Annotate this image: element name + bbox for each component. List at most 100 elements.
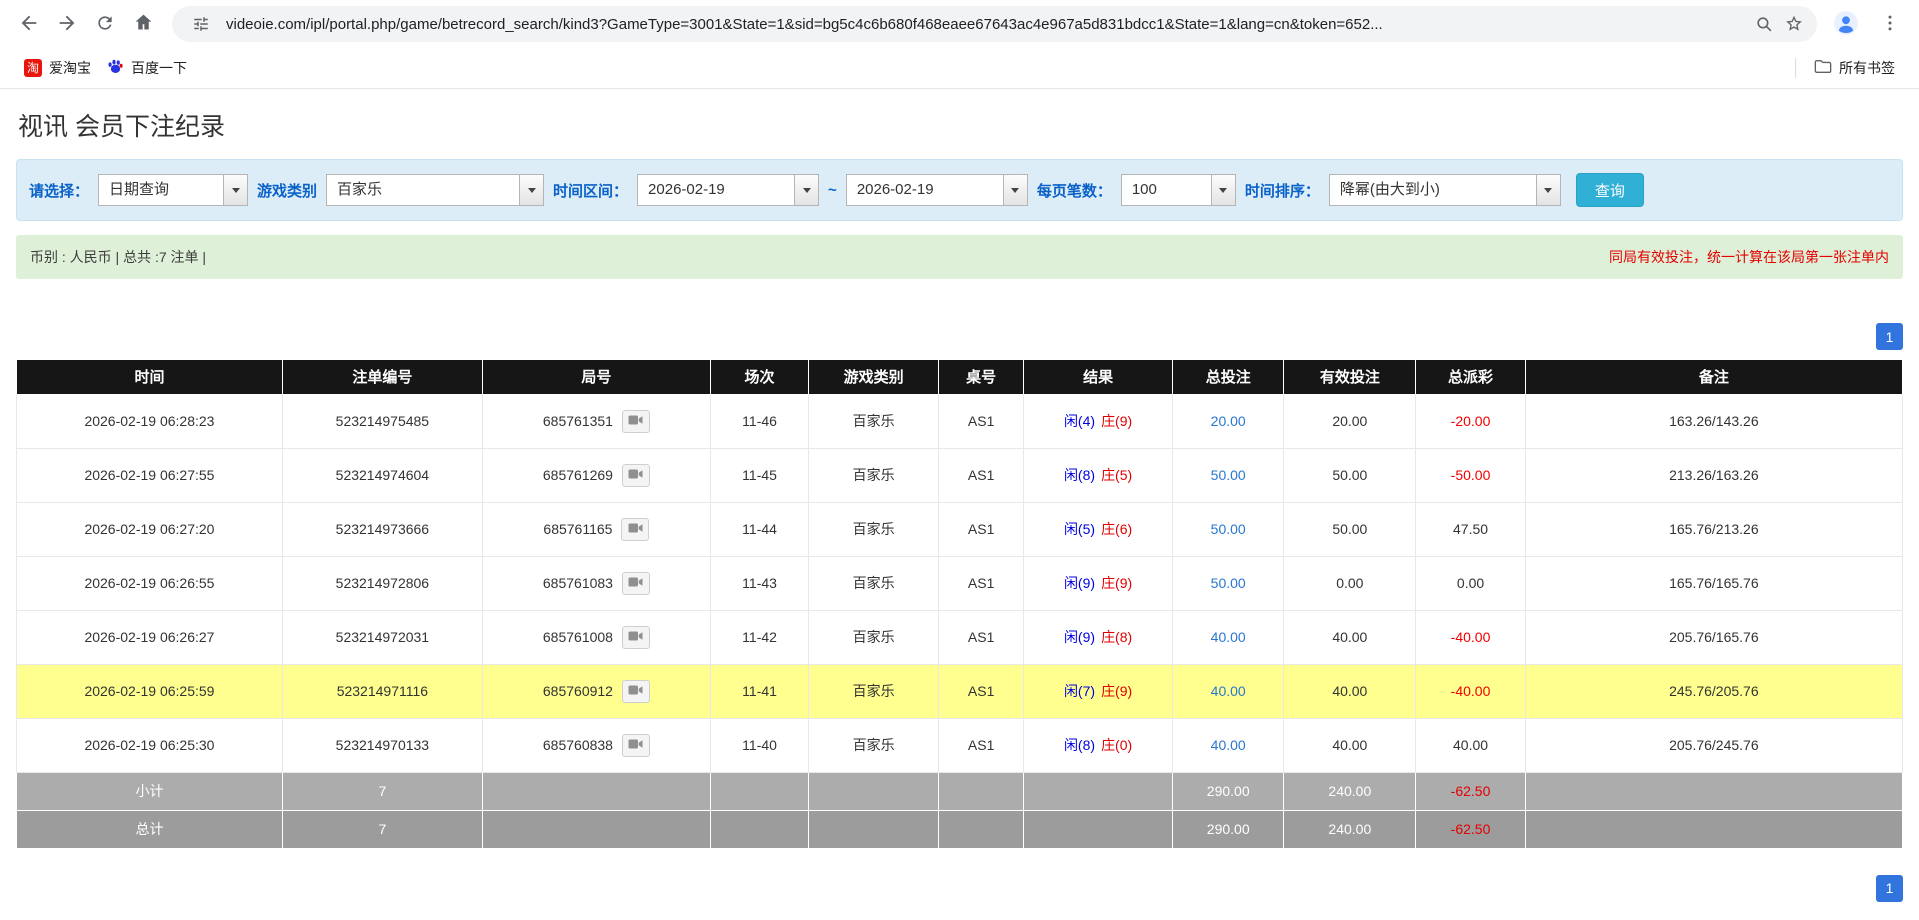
video-camera-icon	[628, 630, 643, 645]
taobao-icon: 淘	[24, 59, 42, 77]
chevron-down-icon[interactable]	[1536, 175, 1560, 205]
forward-button[interactable]	[48, 5, 86, 43]
bookmark-star-icon[interactable]	[1779, 9, 1809, 39]
subtotal-payout: -62.50	[1416, 772, 1525, 810]
video-replay-button[interactable]	[622, 680, 650, 703]
chevron-down-icon[interactable]	[1003, 175, 1027, 205]
round-id: 685761165	[543, 521, 612, 537]
date-range-label: 时间区间：	[553, 180, 628, 201]
cell-session: 11-46	[711, 394, 809, 448]
bookmark-baidu[interactable]: 百度一下	[99, 53, 195, 83]
back-icon	[18, 12, 40, 37]
result-banker: 庄(9)	[1101, 575, 1132, 591]
total-bet-link[interactable]: 40.00	[1211, 737, 1246, 753]
total-bet-link[interactable]: 50.00	[1211, 575, 1246, 591]
cell-table-no: AS1	[939, 664, 1024, 718]
cell-round: 685760912	[482, 664, 710, 718]
column-header-time: 时间	[17, 360, 283, 394]
video-replay-button[interactable]	[622, 464, 650, 487]
table-row: 2026-02-19 06:25:30 523214970133 6857608…	[17, 718, 1903, 772]
date-from-select[interactable]: 2026-02-19	[637, 174, 819, 206]
cell-bet-id: 523214972806	[282, 556, 482, 610]
result-player: 闲(8)	[1064, 467, 1095, 483]
valid-bet-notice: 同局有效投注，统一计算在该局第一张注单内	[1609, 247, 1889, 267]
cell-total-bet: 40.00	[1173, 664, 1284, 718]
chevron-down-icon[interactable]	[223, 175, 247, 205]
round-id: 685761008	[543, 629, 613, 645]
toolbar-right	[1827, 5, 1909, 43]
date-to-select[interactable]: 2026-02-19	[846, 174, 1028, 206]
bet-records-table: 时间 注单编号 局号 场次 游戏类别 桌号 结果 总投注 有效投注 总派彩 备注…	[16, 360, 1903, 849]
reload-button[interactable]	[86, 5, 124, 43]
result-player: 闲(8)	[1064, 737, 1095, 753]
round-id: 685761083	[543, 575, 613, 591]
sort-order-label: 时间排序：	[1245, 180, 1320, 201]
cell-table-no: AS1	[939, 448, 1024, 502]
chevron-down-icon[interactable]	[1211, 175, 1235, 205]
page-size-label: 每页笔数：	[1037, 180, 1112, 201]
search-button[interactable]: 查询	[1576, 173, 1644, 207]
cell-session: 11-44	[711, 502, 809, 556]
cell-valid-bet: 40.00	[1284, 664, 1416, 718]
pagination-top: 1	[16, 323, 1903, 350]
query-type-select[interactable]: 日期查询	[98, 174, 248, 206]
round-id: 685760912	[543, 683, 613, 699]
page-size-select[interactable]: 100	[1121, 174, 1236, 206]
cell-table-no: AS1	[939, 502, 1024, 556]
bookmarks-bar: 淘 爱淘宝 百度一下 所有书签	[0, 48, 1919, 89]
total-bet-link[interactable]: 40.00	[1211, 683, 1246, 699]
column-header-table-no: 桌号	[939, 360, 1024, 394]
sort-order-select[interactable]: 降幂(由大到小)	[1329, 174, 1561, 206]
date-range-tilde: ~	[828, 182, 837, 199]
home-icon	[133, 12, 154, 36]
bookmark-taobao[interactable]: 淘 爱淘宝	[16, 53, 99, 83]
table-body: 2026-02-19 06:28:23 523214975485 6857613…	[17, 394, 1903, 772]
result-player: 闲(9)	[1064, 575, 1095, 591]
chevron-down-icon[interactable]	[794, 175, 818, 205]
total-bet-link[interactable]: 50.00	[1211, 467, 1246, 483]
all-bookmarks-button[interactable]: 所有书签	[1806, 53, 1903, 83]
total-valid-bet: 240.00	[1284, 810, 1416, 848]
bookmarks-divider	[1795, 58, 1796, 78]
column-header-valid-bet: 有效投注	[1284, 360, 1416, 394]
zoom-icon[interactable]	[1749, 9, 1779, 39]
cell-game: 百家乐	[809, 718, 939, 772]
column-header-session: 场次	[711, 360, 809, 394]
cell-result: 闲(8)庄(5)	[1024, 448, 1173, 502]
video-replay-button[interactable]	[622, 734, 650, 757]
bookmark-label: 爱淘宝	[49, 58, 91, 78]
cell-note: 165.76/165.76	[1525, 556, 1902, 610]
page-button-1[interactable]: 1	[1876, 875, 1903, 902]
page-button-1[interactable]: 1	[1876, 323, 1903, 350]
total-bet-link[interactable]: 40.00	[1211, 629, 1246, 645]
game-type-select[interactable]: 百家乐	[326, 174, 544, 206]
home-button[interactable]	[124, 5, 162, 43]
cell-total-bet: 40.00	[1173, 610, 1284, 664]
browser-menu-button[interactable]	[1871, 5, 1909, 43]
profile-avatar[interactable]	[1827, 5, 1865, 43]
subtotal-total-bet: 290.00	[1173, 772, 1284, 810]
back-button[interactable]	[10, 5, 48, 43]
video-replay-button[interactable]	[621, 518, 649, 541]
site-info-icon[interactable]	[186, 9, 216, 39]
result-player: 闲(9)	[1064, 629, 1095, 645]
column-header-total-bet: 总投注	[1173, 360, 1284, 394]
video-camera-icon	[628, 468, 643, 483]
total-count: 7	[282, 810, 482, 848]
cell-payout: -40.00	[1416, 610, 1525, 664]
video-replay-button[interactable]	[622, 572, 650, 595]
cell-game: 百家乐	[809, 394, 939, 448]
cell-game: 百家乐	[809, 448, 939, 502]
chevron-down-icon[interactable]	[519, 175, 543, 205]
table-header: 时间 注单编号 局号 场次 游戏类别 桌号 结果 总投注 有效投注 总派彩 备注	[17, 360, 1903, 394]
game-type-label: 游戏类别	[257, 180, 317, 201]
column-header-note: 备注	[1525, 360, 1902, 394]
total-bet-link[interactable]: 20.00	[1211, 413, 1246, 429]
cell-payout: 0.00	[1416, 556, 1525, 610]
total-bet-link[interactable]: 50.00	[1211, 521, 1246, 537]
pagination-bottom: 1	[16, 875, 1903, 902]
video-replay-button[interactable]	[622, 410, 650, 433]
video-replay-button[interactable]	[622, 626, 650, 649]
url-bar[interactable]: videoie.com/ipl/portal.php/game/betrecor…	[172, 6, 1817, 42]
subtotal-label: 小计	[17, 772, 283, 810]
